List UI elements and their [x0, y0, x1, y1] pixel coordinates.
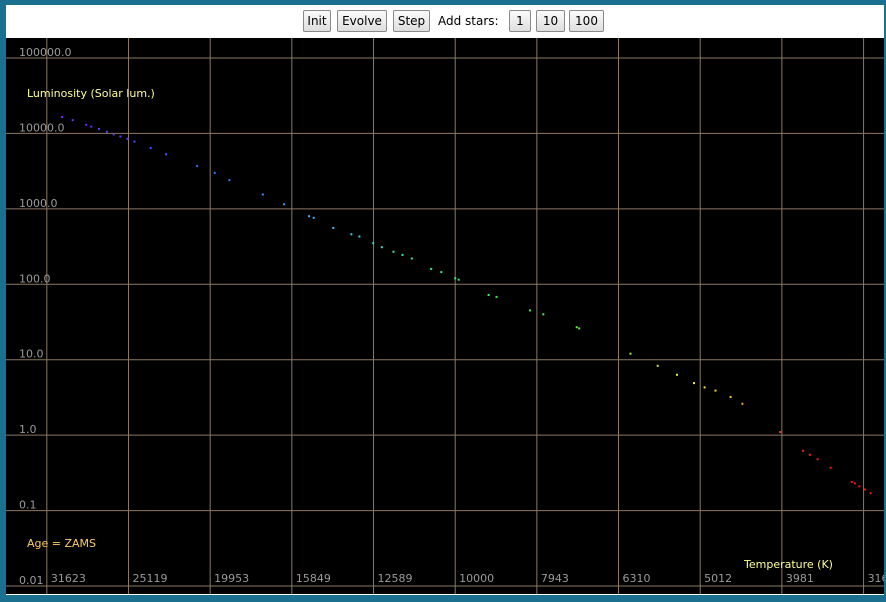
horizontal-grid [6, 57, 884, 587]
star-point [61, 116, 63, 118]
y-tick-label: 10000.0 [19, 121, 65, 134]
toolbar: Init Evolve Step Add stars: 1 10 100 [6, 5, 884, 38]
star-point [853, 482, 856, 485]
x-tick-label: 7943 [541, 572, 569, 585]
x-tick-label: 19953 [214, 572, 249, 585]
evolve-button[interactable]: Evolve [337, 10, 387, 32]
star-point [714, 389, 717, 392]
star-point [802, 449, 805, 452]
star-point [457, 278, 460, 281]
star-point [410, 257, 413, 260]
star-point [372, 242, 375, 245]
star-point [261, 193, 264, 196]
x-tick-label: 15849 [296, 572, 331, 585]
star-point [112, 133, 115, 136]
star-point [578, 327, 581, 330]
star-point [119, 135, 122, 138]
star-point [858, 485, 861, 488]
y-tick-label: 1.0 [19, 423, 37, 436]
star-point [196, 165, 199, 167]
star-point [487, 294, 490, 296]
add-stars-label: Add stars: [438, 14, 499, 28]
star-point [90, 125, 93, 128]
star-point [126, 137, 129, 140]
star-point [71, 119, 74, 122]
star-point [358, 235, 361, 238]
add-100-stars-button[interactable]: 100 [569, 10, 604, 32]
x-tick-label: 10000 [459, 572, 494, 585]
star-point [528, 309, 531, 312]
y-tick-label: 100.0 [19, 272, 51, 285]
star-point [430, 267, 433, 270]
star-point [440, 271, 443, 274]
init-button[interactable]: Init [303, 10, 331, 32]
star-point [693, 382, 695, 385]
app-window: Init Evolve Step Add stars: 1 10 100 0.0… [6, 5, 884, 595]
star-point [676, 373, 678, 376]
star-point [105, 130, 108, 133]
step-button[interactable]: Step [393, 10, 430, 32]
age-label: Age = ZAMS [27, 537, 96, 550]
star-point [729, 396, 732, 398]
star-points [61, 116, 872, 495]
star-point [312, 216, 315, 219]
star-point [98, 127, 100, 130]
star-point [454, 277, 457, 280]
star-point [741, 402, 744, 405]
add-1-star-button[interactable]: 1 [509, 10, 531, 32]
star-point [779, 431, 782, 433]
star-point [495, 295, 498, 298]
x-tick-label: 3981 [786, 572, 814, 585]
star-point [816, 458, 819, 461]
x-tick-labels: 31623 25119 19953 15849 12589 10000 7943 6310 50… [51, 572, 884, 585]
star-point [228, 179, 231, 182]
y-tick-labels: 0.01 0.1 1.0 10.0 100.0 1000.0 10000.0 100000.0 [19, 46, 72, 587]
star-point [542, 313, 545, 316]
star-point [808, 453, 811, 456]
star-point [332, 226, 335, 229]
x-tick-label: 6310 [623, 572, 651, 585]
add-10-stars-button[interactable]: 10 [536, 10, 565, 32]
star-point [85, 123, 88, 126]
y-tick-label: 0.01 [19, 574, 44, 587]
star-point [283, 203, 286, 206]
hr-diagram-svg: 0.010.11.010.0100.01000.010000.0100000.0… [6, 38, 884, 594]
star-point [165, 153, 167, 156]
y-tick-label: 10.0 [19, 348, 44, 361]
star-point [392, 250, 395, 253]
x-tick-label: 25119 [133, 572, 168, 585]
star-point [703, 386, 706, 389]
x-axis-title: Temperature (K) [743, 558, 833, 571]
star-point [213, 171, 216, 174]
y-tick-label: 1000.0 [19, 197, 58, 210]
star-point [149, 147, 152, 149]
x-tick-label: 31623 [51, 572, 86, 585]
star-point [863, 488, 866, 491]
x-tick-label: 3162 [868, 572, 884, 585]
star-point [133, 140, 136, 143]
star-point [829, 466, 832, 469]
star-point [656, 364, 659, 367]
star-point [350, 233, 353, 236]
star-point [380, 246, 383, 249]
star-point [850, 480, 853, 483]
x-tick-label: 12589 [378, 572, 413, 585]
y-tick-label: 0.1 [19, 499, 37, 512]
star-point [575, 326, 578, 329]
x-tick-label: 5012 [704, 572, 732, 585]
hr-diagram-plot: 0.01 0.1 1.0 10.0 100.0 1000.0 10000.0 100000.0… [6, 38, 884, 594]
star-point [401, 253, 404, 256]
star-point [869, 492, 872, 495]
y-tick-label: 100000.0 [19, 46, 72, 59]
star-point [308, 215, 310, 218]
star-point [629, 352, 632, 355]
y-axis-title: Luminosity (Solar lum.) [27, 87, 155, 100]
